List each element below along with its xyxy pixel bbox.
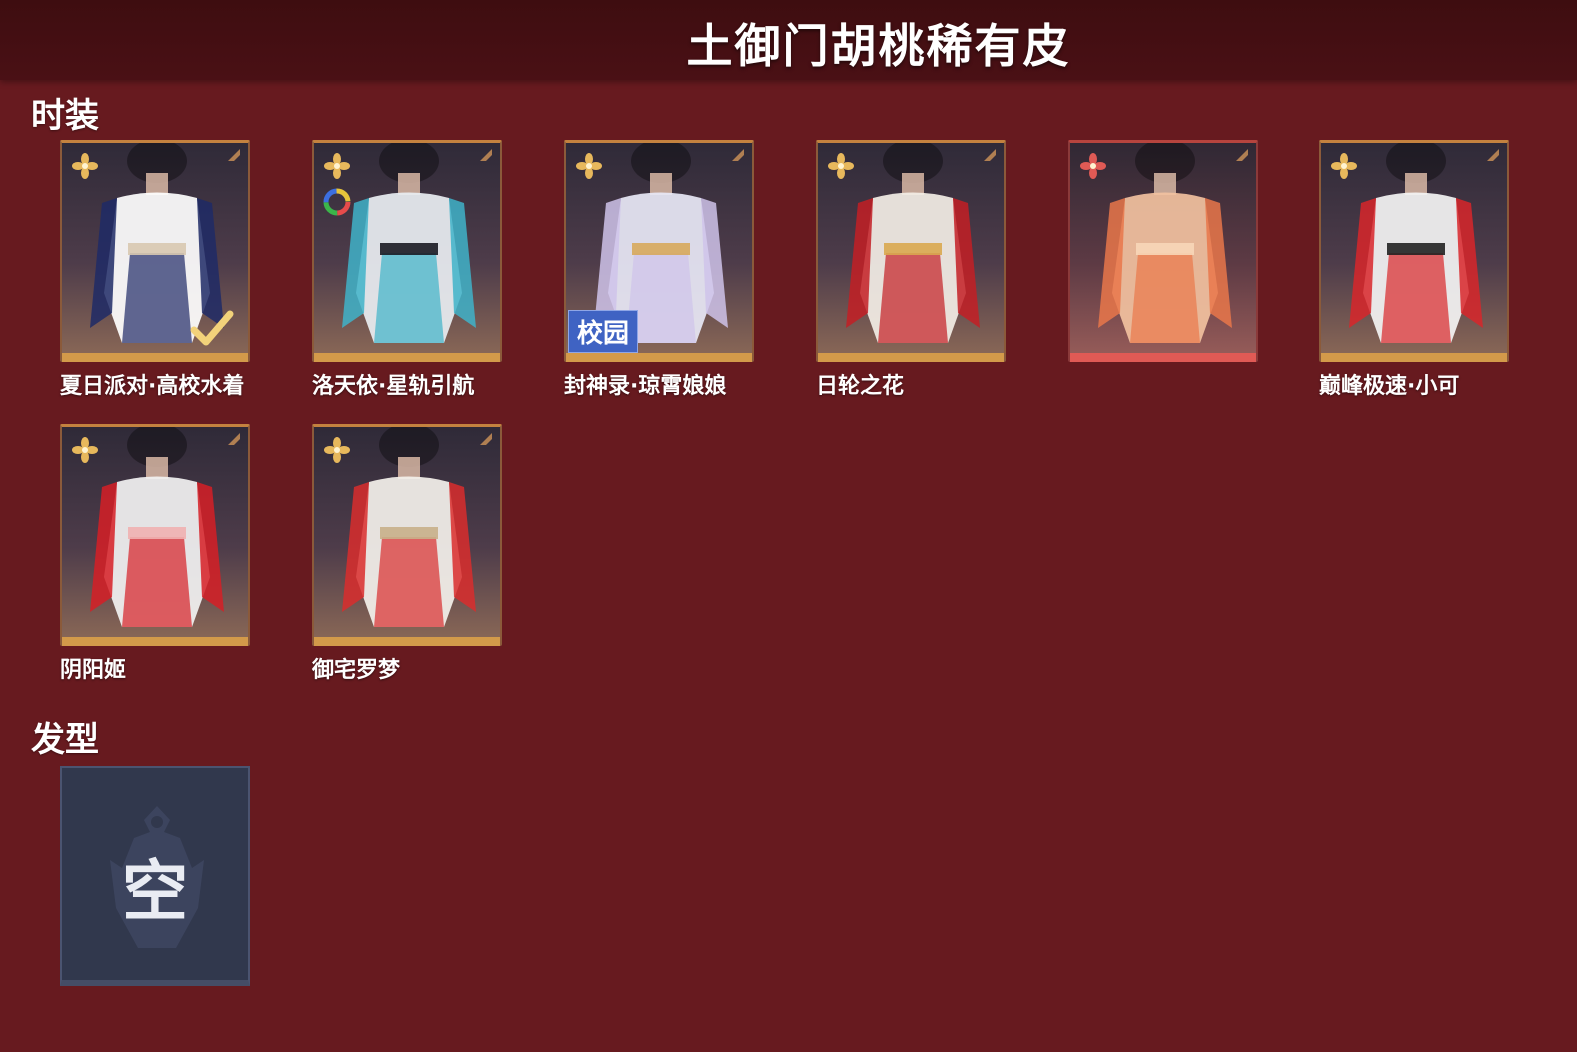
- fashion-card[interactable]: 校园封神录·琼霄娘娘: [564, 140, 754, 400]
- rarity-strip: [314, 637, 500, 646]
- corner-mark-icon: [1236, 149, 1248, 161]
- card-label: 御宅罗梦: [312, 658, 401, 683]
- gold-flower-icon: [324, 153, 350, 179]
- card-frame: [60, 140, 250, 362]
- card-label: 巅峰极速·小可: [1319, 374, 1460, 399]
- fashion-card[interactable]: 巅峰极速·小可: [1319, 140, 1509, 400]
- rarity-strip: [62, 353, 248, 362]
- checkmark-icon: [190, 310, 234, 346]
- rarity-strip: [314, 353, 500, 362]
- rarity-strip: [62, 637, 248, 646]
- corner-mark-icon: [228, 433, 240, 445]
- card-frame: [312, 424, 502, 646]
- red-flower-icon: [1080, 153, 1106, 179]
- corner-mark-icon: [480, 433, 492, 445]
- gold-flower-icon: [324, 437, 350, 463]
- fashion-card[interactable]: 阴阳姬: [60, 424, 250, 684]
- fashion-card[interactable]: 御宅罗梦: [312, 424, 502, 684]
- tag-badge: 校园: [568, 310, 639, 353]
- card-label: 阴阳姬: [60, 658, 127, 683]
- fashion-card[interactable]: [1068, 140, 1258, 368]
- gold-flower-icon: [72, 437, 98, 463]
- corner-mark-icon: [480, 149, 492, 161]
- rarity-strip: [818, 353, 1004, 362]
- corner-mark-icon: [732, 149, 744, 161]
- header-bar: 土御门胡桃稀有皮: [0, 0, 1577, 80]
- corner-mark-icon: [228, 149, 240, 161]
- fashion-card[interactable]: 夏日派对·高校水着: [60, 140, 250, 400]
- card-frame: [816, 140, 1006, 362]
- corner-mark-icon: [984, 149, 996, 161]
- card-label: 洛天依·星轨引航: [312, 374, 475, 399]
- fashion-card[interactable]: 日轮之花: [816, 140, 1006, 400]
- section-title-hair: 发型: [31, 720, 99, 760]
- section-title-fashion: 时装: [31, 96, 99, 136]
- gold-flower-icon: [1331, 153, 1357, 179]
- gold-flower-icon: [576, 153, 602, 179]
- gold-flower-icon: [72, 153, 98, 179]
- empty-slot-label: 空: [122, 853, 188, 930]
- card-label: 日轮之花: [816, 374, 905, 399]
- card-frame: [60, 424, 250, 646]
- rarity-strip: [1321, 353, 1507, 362]
- rarity-strip: [1070, 353, 1256, 362]
- gold-flower-icon: [828, 153, 854, 179]
- card-frame: 校园: [564, 140, 754, 362]
- card-label: 夏日派对·高校水着: [60, 374, 245, 399]
- corner-mark-icon: [1487, 149, 1499, 161]
- card-frame: [312, 140, 502, 362]
- color-wheel-icon: [323, 188, 351, 216]
- fashion-card[interactable]: 洛天依·星轨引航: [312, 140, 502, 400]
- card-label: 封神录·琼霄娘娘: [564, 374, 727, 399]
- card-frame: [1068, 140, 1258, 362]
- page-title: 土御门胡桃稀有皮: [686, 19, 1071, 73]
- rarity-strip: [566, 353, 752, 362]
- card-frame: [1319, 140, 1509, 362]
- hair-slot-empty[interactable]: 空: [60, 766, 250, 986]
